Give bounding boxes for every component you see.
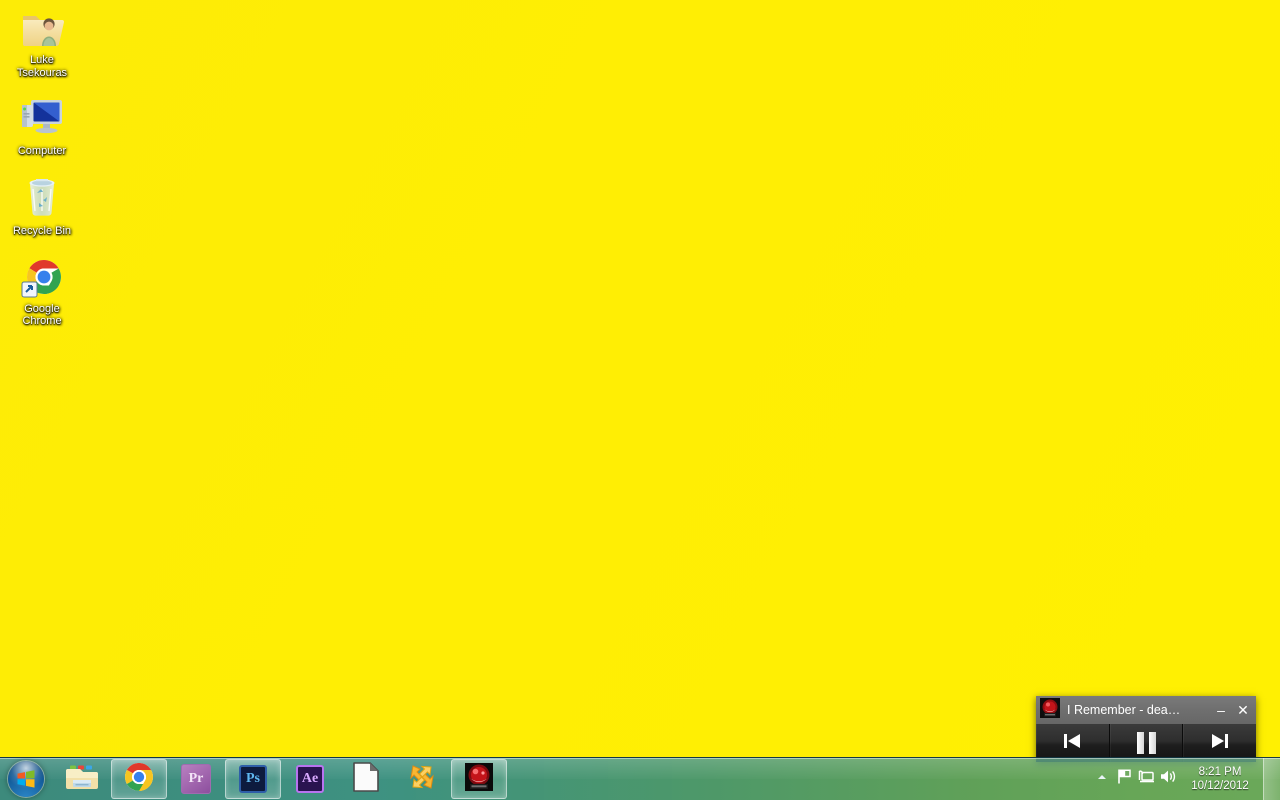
flag-icon bbox=[1116, 768, 1133, 790]
desktop-icon-label: Computer bbox=[17, 144, 67, 157]
document-page-icon bbox=[353, 761, 379, 797]
taskbar-item-premiere-pro[interactable]: Pr bbox=[169, 760, 223, 798]
google-chrome-icon bbox=[4, 253, 80, 303]
computer-icon bbox=[4, 91, 80, 141]
taskbar-item-vmware[interactable] bbox=[395, 760, 449, 798]
action-center-button[interactable] bbox=[1113, 759, 1135, 799]
media-player-title: I Remember - dea… bbox=[1067, 703, 1181, 717]
taskbar-item-explorer[interactable] bbox=[55, 760, 109, 798]
system-tray: 8:21 PM 10/12/2012 bbox=[1091, 758, 1280, 800]
pause-icon bbox=[1136, 732, 1156, 754]
network-icon bbox=[1137, 768, 1155, 790]
adobe-photoshop-icon: Ps bbox=[239, 765, 267, 793]
start-button[interactable] bbox=[2, 759, 50, 799]
desktop-icon-computer[interactable]: Computer bbox=[4, 91, 80, 159]
desktop-icon-label: Google Chrome bbox=[22, 302, 62, 328]
taskbar-item-media-player[interactable] bbox=[451, 759, 507, 799]
taskbar-item-chrome[interactable] bbox=[111, 759, 167, 799]
adobe-after-effects-icon: Ae bbox=[296, 765, 324, 793]
media-player-titlebar[interactable]: I Remember - dea… – ✕ bbox=[1036, 696, 1256, 724]
taskbar-items: Pr Ps Ae bbox=[54, 759, 508, 799]
desktop-icon-recycle-bin[interactable]: Recycle Bin bbox=[4, 171, 80, 239]
adobe-premiere-icon: Pr bbox=[181, 764, 211, 794]
wallpaper-band-yellow-3 bbox=[0, 0, 1280, 800]
taskbar-item-libreoffice[interactable] bbox=[339, 760, 393, 798]
clock[interactable]: 8:21 PM 10/12/2012 bbox=[1179, 765, 1261, 793]
clock-date: 10/12/2012 bbox=[1191, 780, 1249, 792]
media-player-window[interactable]: I Remember - dea… – ✕ bbox=[1036, 696, 1257, 762]
speaker-icon bbox=[1159, 768, 1177, 790]
desktop-icon-luke-tsekouras[interactable]: Luke Tsekouras bbox=[4, 4, 80, 81]
volume-button[interactable] bbox=[1157, 759, 1179, 799]
show-desktop-button[interactable] bbox=[1263, 758, 1280, 800]
desktop-screen: Luke Tsekouras Computer Recycle Bin Goog… bbox=[0, 0, 1280, 800]
google-chrome-icon bbox=[124, 762, 154, 797]
taskbar-item-photoshop[interactable]: Ps bbox=[225, 759, 281, 799]
next-track-icon bbox=[1209, 730, 1231, 757]
taskbar: Pr Ps Ae 8:21 PM 10/12/2012 bbox=[0, 757, 1280, 800]
recycle-bin-icon bbox=[4, 171, 80, 221]
previous-track-icon bbox=[1061, 730, 1083, 757]
media-player-icon bbox=[1040, 697, 1060, 723]
show-hidden-icons-button[interactable] bbox=[1091, 759, 1113, 799]
arrows-sync-icon bbox=[407, 762, 437, 797]
user-folder-icon bbox=[4, 4, 80, 54]
desktop-wallpaper bbox=[0, 0, 1280, 800]
folder-explorer-icon bbox=[66, 762, 98, 797]
desktop-icon-label: Recycle Bin bbox=[12, 224, 72, 237]
desktop-icon-google-chrome[interactable]: Google Chrome bbox=[4, 253, 80, 330]
taskbar-item-after-effects[interactable]: Ae bbox=[283, 760, 337, 798]
clock-time: 8:21 PM bbox=[1198, 766, 1242, 778]
close-button[interactable]: ✕ bbox=[1232, 698, 1254, 722]
desktop-icon-label: Luke Tsekouras bbox=[16, 54, 68, 79]
chevron-up-icon bbox=[1096, 770, 1108, 788]
media-player-icon bbox=[465, 762, 493, 796]
windows-start-orb-icon bbox=[8, 761, 44, 797]
network-button[interactable] bbox=[1135, 759, 1157, 799]
desktop-icon-grid: Luke Tsekouras Computer Recycle Bin Goog… bbox=[4, 4, 80, 337]
minimize-button[interactable]: – bbox=[1210, 698, 1232, 722]
